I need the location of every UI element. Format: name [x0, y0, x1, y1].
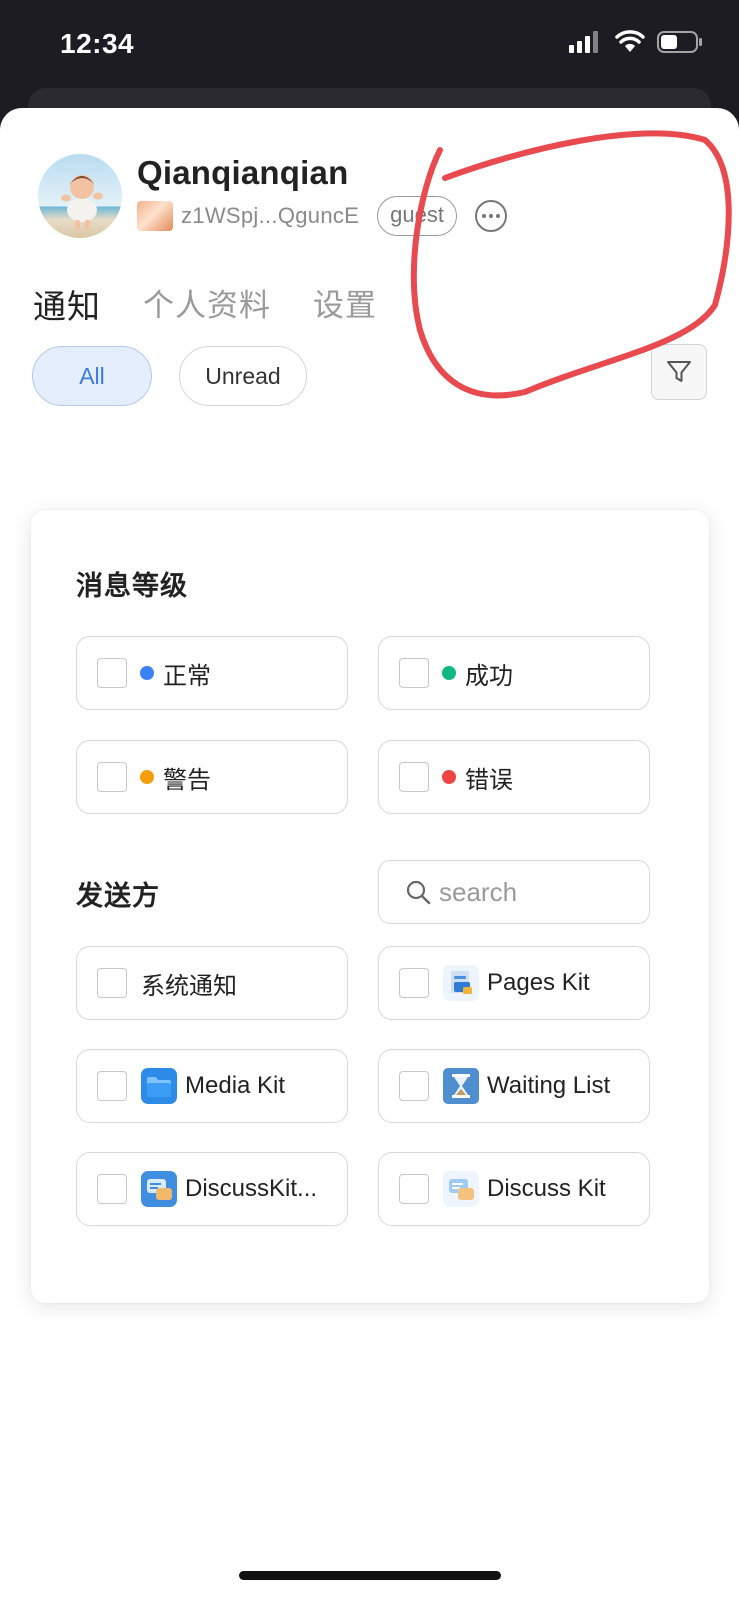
sender-option-system[interactable]: 系统通知	[76, 946, 348, 1020]
level-dot-orange	[140, 770, 154, 784]
level-option-warning[interactable]: 警告	[76, 740, 348, 814]
option-label: Media Kit	[185, 1072, 286, 1099]
battery-icon	[657, 31, 702, 53]
user-name: Qianqianqian	[137, 154, 349, 191]
level-dot-green	[442, 666, 456, 680]
sender-option-media-kit[interactable]: Media Kit	[76, 1049, 348, 1123]
option-label: Waiting List	[487, 1072, 611, 1099]
notification-sheet: Qianqianqian z1WSpj...QguncE guest 通知 个人…	[0, 108, 739, 1600]
sender-search-input[interactable]	[439, 876, 639, 908]
option-label: 正常	[163, 662, 211, 690]
checkbox[interactable]	[97, 1174, 127, 1204]
wifi-icon	[615, 30, 645, 52]
tab-bar: 通知 个人资料 设置	[33, 280, 377, 328]
address-row: z1WSpj...QguncE guest	[137, 196, 507, 236]
more-options-button[interactable]	[474, 200, 507, 232]
avatar-image	[38, 154, 122, 238]
hourglass-icon	[443, 1068, 479, 1104]
tab-notifications[interactable]: 通知	[33, 280, 101, 328]
option-label: 警告	[163, 766, 211, 794]
avatar[interactable]	[38, 154, 122, 238]
cellular-signal-icon	[569, 31, 598, 53]
filter-unread-pill[interactable]: Unread	[179, 346, 307, 406]
level-option-error[interactable]: 错误	[378, 740, 650, 814]
level-dot-blue	[140, 666, 154, 680]
sender-option-discuss-kit[interactable]: Discuss Kit	[378, 1152, 650, 1226]
level-option-success[interactable]: 成功	[378, 636, 650, 710]
funnel-icon	[667, 361, 691, 382]
wallet-address[interactable]: z1WSpj...QguncE	[181, 203, 359, 229]
option-label: DiscussKit...	[185, 1175, 318, 1202]
checkbox[interactable]	[97, 762, 127, 792]
checkbox[interactable]	[399, 1071, 429, 1101]
discuss-kit-chat-icon	[443, 1171, 479, 1207]
role-badge: guest	[377, 196, 457, 236]
pages-kit-icon	[443, 965, 479, 1001]
checkbox[interactable]	[97, 1071, 127, 1101]
option-label: 错误	[465, 766, 513, 794]
option-label: Discuss Kit	[487, 1175, 606, 1202]
level-section-title: 消息等级	[76, 571, 188, 601]
level-dot-red	[442, 770, 456, 784]
filter-button[interactable]	[651, 344, 707, 400]
option-label: Pages Kit	[487, 969, 590, 996]
option-label: 成功	[465, 662, 513, 690]
checkbox[interactable]	[399, 968, 429, 998]
sender-option-discusskit[interactable]: DiscussKit...	[76, 1152, 348, 1226]
checkbox[interactable]	[399, 1174, 429, 1204]
status-bar: 12:34	[0, 0, 739, 100]
checkbox[interactable]	[399, 762, 429, 792]
search-icon	[406, 880, 431, 905]
sender-section-title: 发送方	[76, 881, 160, 911]
filter-popup: 消息等级 正常 成功 警告 错误 发送方 search 系统通知 Pages K…	[31, 510, 709, 1303]
checkbox[interactable]	[97, 968, 127, 998]
checkbox[interactable]	[97, 658, 127, 688]
media-kit-folder-icon	[141, 1068, 177, 1104]
status-icons	[569, 30, 703, 54]
discusskit-chat-icon	[141, 1171, 177, 1207]
sender-option-waiting-list[interactable]: Waiting List	[378, 1049, 650, 1123]
checkbox[interactable]	[399, 658, 429, 688]
tab-profile[interactable]: 个人资料	[143, 280, 271, 328]
address-thumbnail	[137, 201, 173, 231]
level-option-normal[interactable]: 正常	[76, 636, 348, 710]
status-time: 12:34	[60, 28, 135, 59]
home-indicator[interactable]	[239, 1571, 501, 1580]
sender-option-pages-kit[interactable]: Pages Kit	[378, 946, 650, 1020]
sender-search-box[interactable]	[378, 860, 650, 924]
filter-all-pill[interactable]: All	[32, 346, 152, 406]
tab-settings[interactable]: 设置	[313, 280, 377, 328]
option-label: 系统通知	[141, 972, 237, 1000]
